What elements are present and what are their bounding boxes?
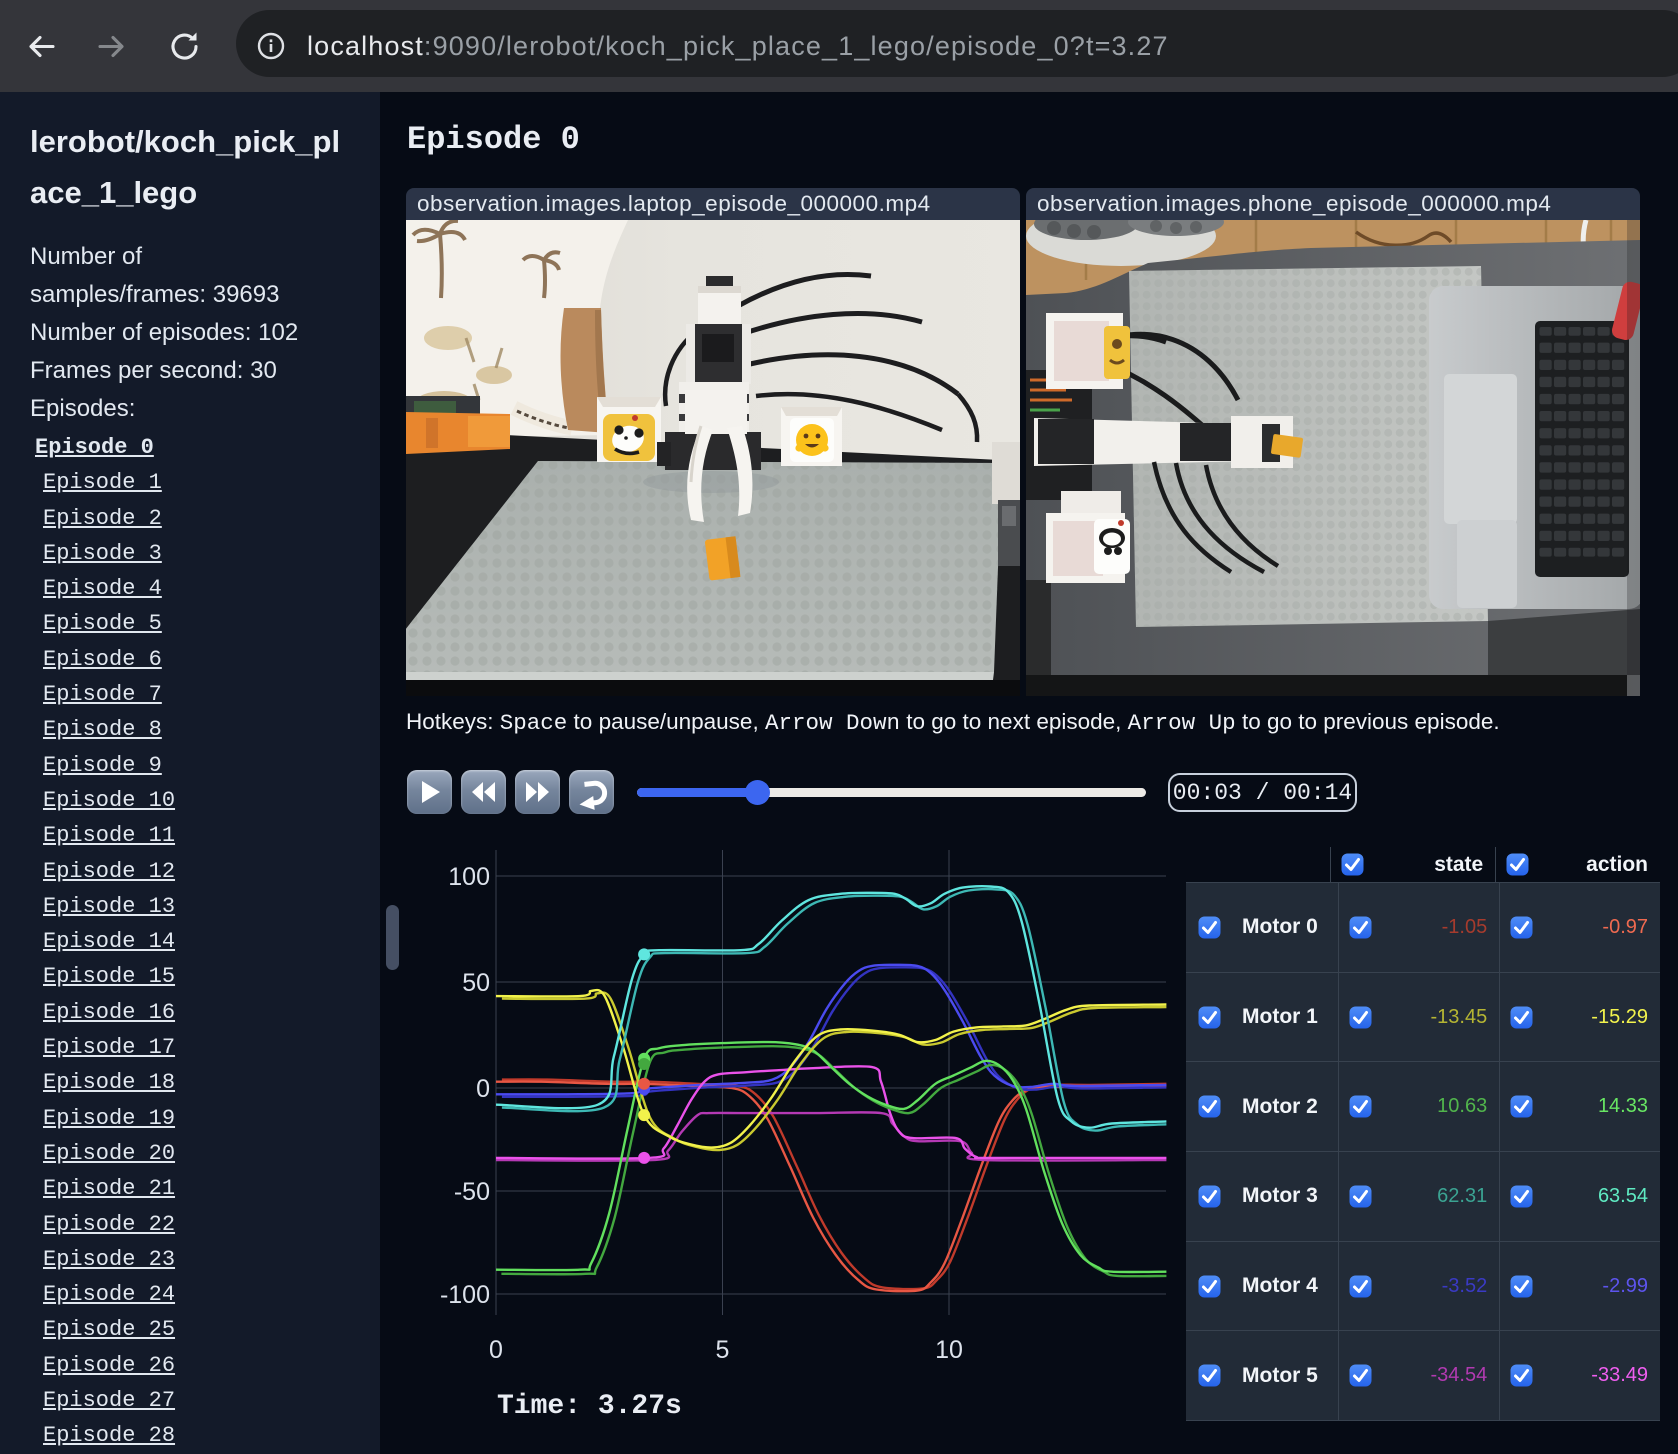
svg-text:-100: -100 (440, 1281, 490, 1309)
svg-text:50: 50 (462, 969, 490, 997)
svg-text:0: 0 (489, 1336, 503, 1364)
svg-text:100: 100 (448, 863, 490, 891)
svg-text:Time: 3.27s: Time: 3.27s (497, 1391, 682, 1422)
svg-text:0: 0 (476, 1075, 490, 1103)
svg-text:5: 5 (716, 1336, 730, 1364)
svg-text:-50: -50 (454, 1178, 490, 1206)
svg-text:10: 10 (935, 1336, 963, 1364)
